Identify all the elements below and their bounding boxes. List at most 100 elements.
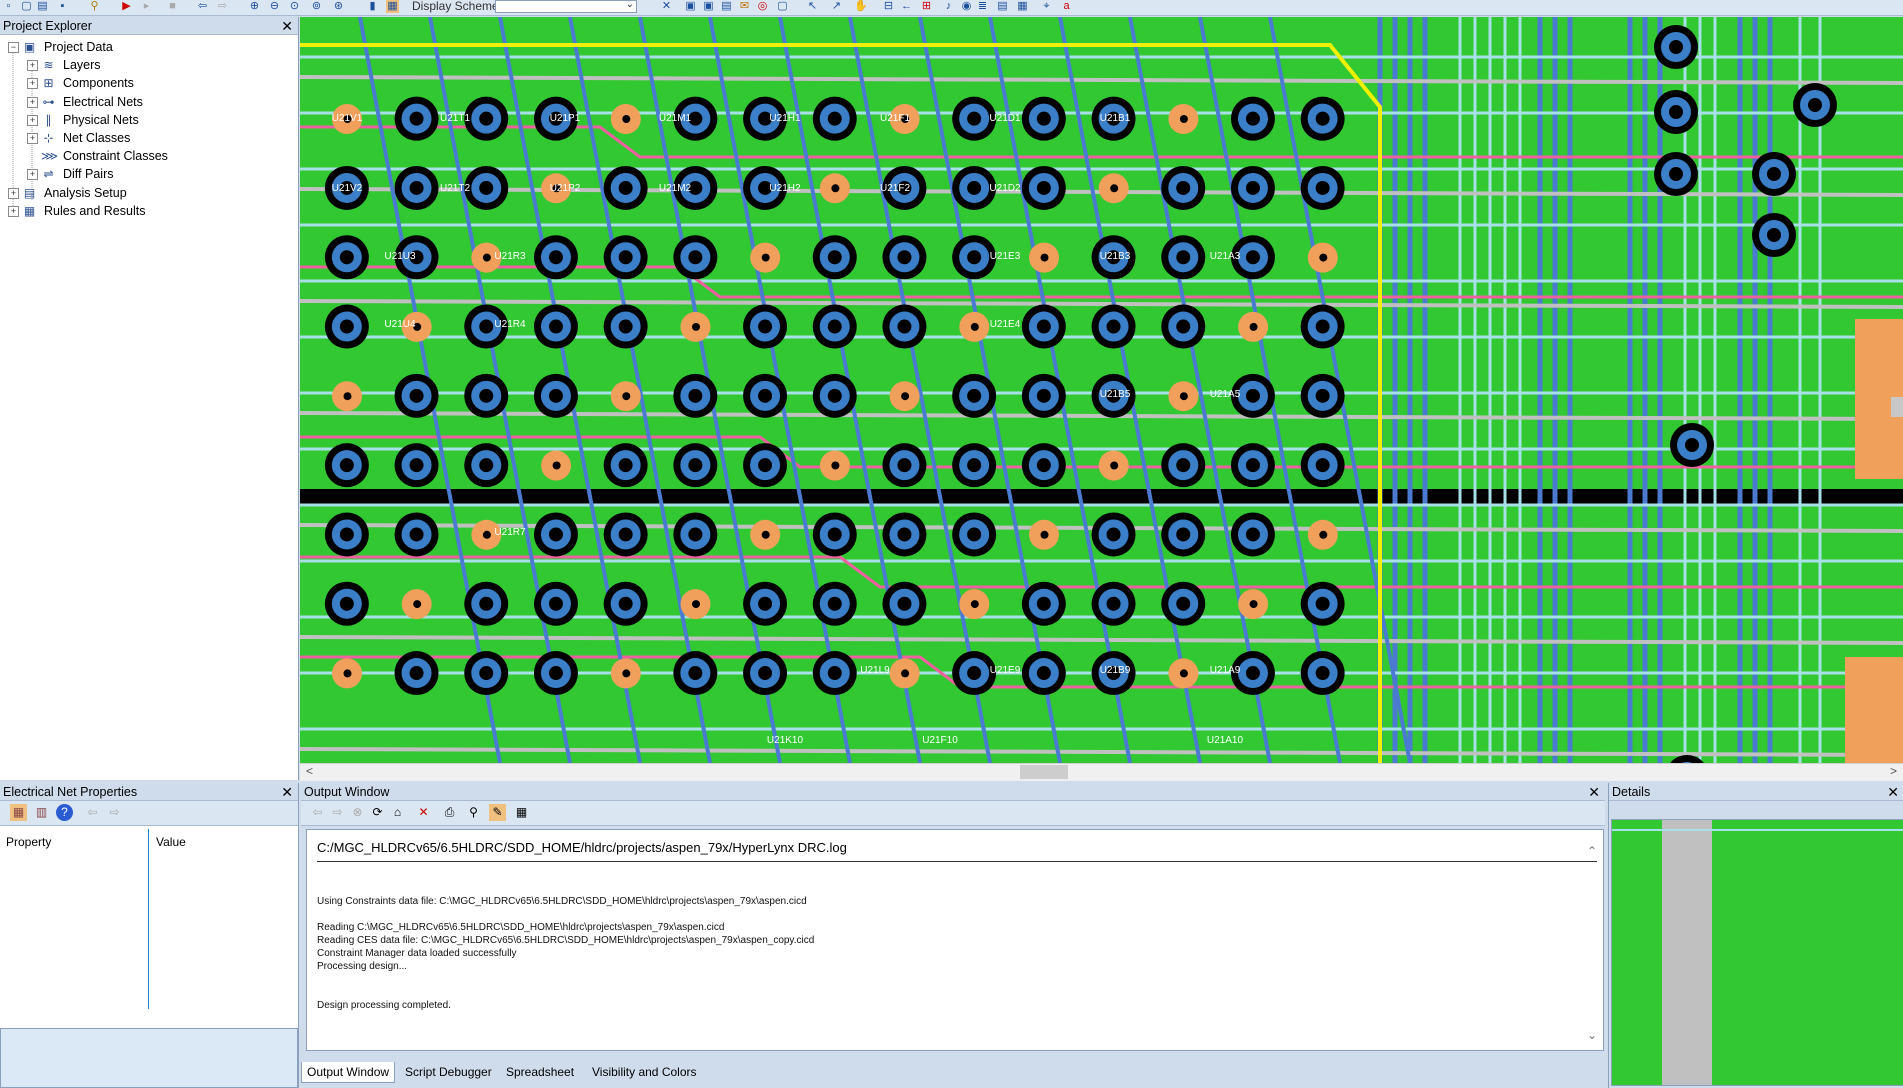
layer-color-icon[interactable]: ▮ [366, 0, 379, 13]
tab-visibility-and-colors[interactable]: Visibility and Colors [587, 1062, 702, 1082]
close-icon[interactable]: ✕ [281, 783, 293, 801]
collapse-icon[interactable]: − [8, 42, 19, 53]
expand-icon[interactable]: + [27, 133, 38, 144]
hand-icon[interactable]: ✋ [854, 0, 868, 13]
pad-label: U21E9 [990, 665, 1021, 676]
wand-icon[interactable]: ⚲ [88, 0, 101, 13]
horizontal-scrollbar[interactable]: < > [300, 763, 1903, 781]
select-icon[interactable]: ↖ [806, 0, 819, 13]
zoom-previous-icon[interactable]: ⊛ [332, 0, 345, 13]
cross-probe-icon[interactable]: ✕ [660, 0, 673, 13]
stack-icon[interactable]: ≣ [976, 0, 989, 13]
note-icon[interactable]: ▤ [720, 0, 733, 13]
zoom-out-icon[interactable]: ⊖ [268, 0, 281, 13]
expand-icon[interactable]: + [27, 96, 38, 108]
back-arrow-icon[interactable]: ⇦ [84, 804, 101, 821]
save-icon[interactable]: ▪ [56, 0, 69, 13]
cursor-icon[interactable]: ⌖ [1040, 0, 1053, 13]
board-drawing[interactable]: U21V1 U21T1 U21P1 U21M1 U21H1 U21F1 U21D1 U21B1… [300, 17, 1903, 763]
horizontal-scroll-thumb[interactable] [1020, 765, 1068, 779]
vertical-scroll-thumb[interactable] [1891, 397, 1903, 417]
grid-icon[interactable]: ▦ [513, 804, 530, 821]
close-icon[interactable]: ✕ [281, 17, 293, 35]
expand-icon[interactable]: + [27, 78, 38, 90]
close-icon[interactable]: ✕ [1887, 783, 1899, 801]
clear-icon[interactable]: ✕ [415, 804, 432, 821]
component-icon: ⊞ [43, 76, 54, 91]
help-icon[interactable]: ? [56, 804, 73, 821]
eye-icon[interactable]: ◉ [960, 0, 973, 13]
column-divider[interactable] [148, 829, 149, 1009]
output-log-area[interactable]: C:/MGC_HLDRCv65/6.5HLDRC/SDD_HOME/hldrc/… [306, 829, 1604, 1051]
pcb-layout-canvas[interactable]: U21V1 U21T1 U21P1 U21M1 U21H1 U21F1 U21D1 U21B1… [300, 17, 1903, 763]
find-icon[interactable]: ⚲ [465, 804, 482, 821]
forward-arrow-icon[interactable]: ⇨ [329, 804, 346, 821]
via-hole [1685, 438, 1699, 452]
scroll-right-icon[interactable]: > [1890, 764, 1897, 778]
back-arrow-icon[interactable]: ⇦ [196, 0, 209, 13]
back-arrow-icon[interactable]: ⇦ [309, 804, 326, 821]
new-icon[interactable]: ▢ [20, 0, 33, 13]
zoom-area-icon[interactable]: ⊙ [288, 0, 301, 13]
expand-icon[interactable]: + [27, 60, 38, 72]
expand-icon[interactable]: + [8, 187, 19, 199]
rule-icon[interactable]: ⊞ [920, 0, 933, 13]
home-icon[interactable]: ⌂ [389, 804, 406, 821]
display-scheme-dropdown[interactable]: ⌄ [495, 0, 637, 13]
via-hole [1669, 167, 1683, 181]
run-icon[interactable]: ▶ [120, 0, 133, 13]
tab-script-debugger[interactable]: Script Debugger [400, 1062, 497, 1082]
panel-title: Output Window ✕ [301, 783, 1605, 801]
pad-label: U21B3 [1100, 251, 1131, 262]
forward-arrow-icon[interactable]: ⇨ [216, 0, 229, 13]
expand-icon[interactable]: + [8, 205, 19, 217]
scroll-left-icon[interactable]: < [306, 764, 313, 778]
text-icon[interactable]: a [1060, 0, 1073, 13]
copy-icon[interactable]: ▣ [684, 0, 697, 13]
refresh-icon[interactable]: ⟳ [369, 804, 386, 821]
target-icon[interactable]: ◎ [756, 0, 769, 13]
pad-label: U21R4 [494, 319, 526, 330]
layers-toggle-icon[interactable]: ▤ [996, 0, 1009, 13]
stop-icon[interactable]: ⊗ [349, 804, 366, 821]
via-hole [758, 458, 773, 473]
tree-item-label: Components [63, 76, 134, 91]
via-hole [758, 319, 773, 334]
comment-icon[interactable]: ✉ [738, 0, 751, 13]
table-view-icon[interactable]: ▦ [10, 804, 27, 821]
via-hole [1245, 250, 1260, 265]
open-folder-icon[interactable]: ▤ [36, 0, 49, 13]
scroll-down-icon[interactable]: ⌄ [1587, 1028, 1597, 1042]
via-hole [479, 458, 494, 473]
log-file-path: C:/MGC_HLDRCv65/6.5HLDRC/SDD_HOME/hldrc/… [317, 840, 847, 855]
tree-item-label: Layers [63, 58, 101, 73]
grid-icon[interactable]: ▦ [1016, 0, 1029, 13]
arrow-left-icon[interactable]: ← [900, 0, 913, 13]
window-icon[interactable]: ▣ [702, 0, 715, 13]
tree-view-icon[interactable]: ▥ [33, 804, 50, 821]
tab-output-window[interactable]: Output Window [301, 1062, 396, 1083]
close-icon[interactable]: ✕ [1588, 783, 1600, 801]
expand-icon[interactable]: + [27, 169, 38, 181]
measure-icon[interactable]: ⊟ [882, 0, 895, 13]
select-plus-icon[interactable]: ↗ [830, 0, 843, 13]
print-icon[interactable]: ⎙ [441, 804, 458, 821]
expand-icon[interactable]: + [27, 114, 38, 126]
forward-arrow-icon[interactable]: ⇨ [106, 804, 123, 821]
main-toolbar: ▫ ▢ ▤ ▪ ⚲ ▶ ▸ ■ ⇦ ⇨ ⊕ ⊖ ⊙ ⊚ ⊛ ▮ ▦ Displa… [0, 0, 1903, 16]
new-file-icon[interactable]: ▫ [2, 0, 15, 13]
edit-icon[interactable]: ✎ [489, 804, 506, 821]
scroll-up-icon[interactable]: ⌃ [1587, 844, 1597, 858]
plane-strip [300, 489, 1903, 504]
tab-spreadsheet[interactable]: Spreadsheet [501, 1062, 579, 1082]
stop-icon[interactable]: ■ [166, 0, 179, 13]
step-icon[interactable]: ▸ [140, 0, 153, 13]
zoom-fit-icon[interactable]: ⊚ [310, 0, 323, 13]
highlight-icon[interactable]: ▦ [386, 0, 399, 13]
via-hole [1036, 180, 1051, 195]
frame-icon[interactable]: ▢ [776, 0, 789, 13]
zoom-in-icon[interactable]: ⊕ [248, 0, 261, 13]
chart-icon[interactable]: ♪ [942, 0, 955, 13]
details-zoom-drawing [1612, 820, 1903, 1085]
electrical-net-icon: ⊶ [42, 94, 55, 109]
